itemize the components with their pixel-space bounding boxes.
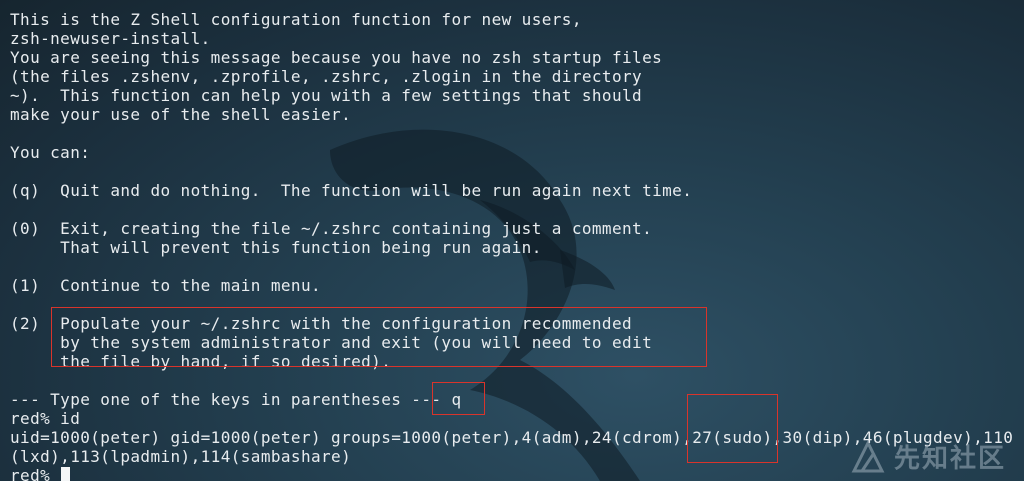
output-line xyxy=(10,124,1013,143)
key-prompt-line: --- Type one of the keys in parentheses … xyxy=(10,390,462,409)
shell-prompt: red% xyxy=(10,466,61,481)
output-line: zsh-newuser-install. xyxy=(10,29,211,48)
menu-option-q: (q) Quit and do nothing. The function wi… xyxy=(10,181,693,200)
output-line xyxy=(10,200,1013,219)
output-line: (the files .zshenv, .zprofile, .zshrc, .… xyxy=(10,67,643,86)
watermark: 先知社区 xyxy=(850,438,1006,475)
menu-option-0: (0) Exit, creating the file ~/.zshrc con… xyxy=(10,219,653,238)
menu-option-0-detail: That will prevent this function being ru… xyxy=(10,238,542,257)
watermark-text: 先知社区 xyxy=(893,444,1006,474)
output-line: This is the Z Shell configuration functi… xyxy=(10,10,582,29)
menu-option-1: (1) Continue to the main menu. xyxy=(10,276,322,295)
output-line: ~). This function can help you with a fe… xyxy=(10,86,643,105)
output-line xyxy=(10,371,1013,390)
output-line xyxy=(10,257,1013,276)
output-line: make your use of the shell easier. xyxy=(10,105,352,124)
output-line: You are seeing this message because you … xyxy=(10,48,663,67)
output-line xyxy=(10,162,1013,181)
terminal-output: This is the Z Shell configuration functi… xyxy=(10,10,1013,481)
text-cursor xyxy=(61,467,71,481)
terminal-window[interactable]: This is the Z Shell configuration functi… xyxy=(0,0,1024,481)
command-line-id: red% id xyxy=(10,409,81,428)
output-line: You can: xyxy=(10,143,91,162)
highlight-box-key-q xyxy=(432,382,485,415)
xianzhi-logo-icon xyxy=(851,439,885,472)
highlight-box-option-2 xyxy=(51,307,707,367)
highlight-box-sudo-group xyxy=(687,394,778,463)
